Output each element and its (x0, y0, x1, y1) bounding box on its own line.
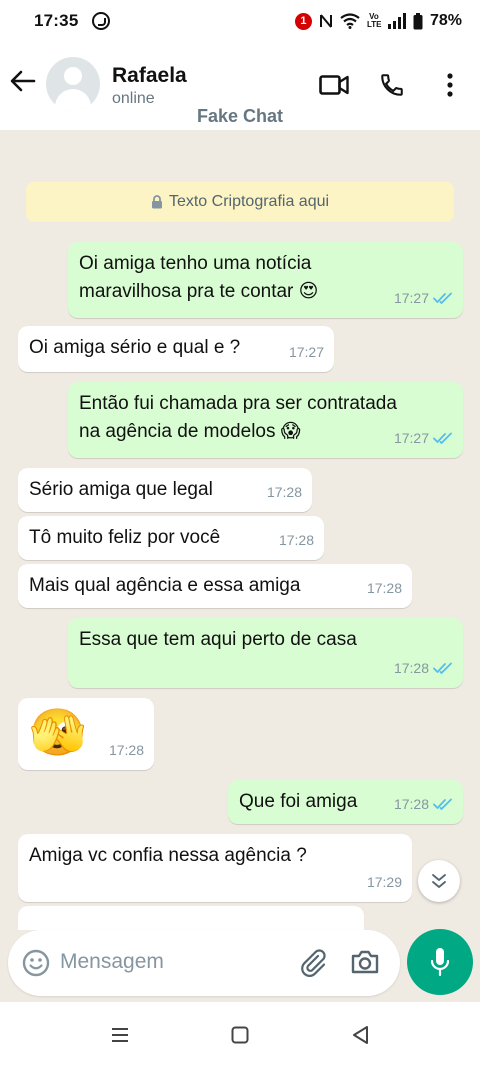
scroll-to-bottom-button[interactable] (418, 860, 460, 902)
avatar[interactable] (46, 57, 100, 111)
lock-icon (151, 195, 162, 209)
camera-button[interactable] (350, 948, 380, 981)
message-bubble-incoming[interactable]: 🫣 17:28 (18, 698, 154, 770)
camera-icon (351, 950, 379, 974)
message-text: Oi amiga sério e qual e ? (29, 337, 241, 358)
contact-name[interactable]: Rafaela (112, 64, 187, 88)
message-time: 17:29 (366, 874, 402, 890)
back-button[interactable] (8, 66, 38, 96)
emoji-icon (22, 949, 50, 977)
encryption-note[interactable]: Texto Criptografia aqui (26, 182, 454, 222)
status-time: 17:35 (34, 11, 79, 30)
message-bubble-incoming[interactable]: Amiga vc confia nessa agência ? 17:29 (18, 834, 412, 902)
encryption-note-text: Texto Criptografia aqui (168, 193, 330, 210)
message-time: 17:27 (393, 290, 429, 306)
back-nav-button[interactable] (347, 1022, 373, 1048)
read-ticks-icon (433, 798, 452, 810)
message-time: 17:28 (266, 484, 302, 500)
message-meta: 17:28 (394, 654, 453, 682)
message-meta: 17:27 (289, 338, 324, 366)
message-time: 17:28 (366, 580, 402, 596)
message-time: 17:28 (108, 742, 144, 758)
message-meta: 17:28 (394, 790, 453, 818)
network-label: Vo LTE (366, 12, 382, 29)
message-bubble-incoming[interactable]: Oi amiga sério e qual e ? 17:27 (18, 326, 334, 372)
voice-message-button[interactable] (407, 929, 473, 995)
battery-level: 78% (429, 12, 462, 29)
video-call-icon (319, 75, 349, 95)
read-ticks-icon (433, 662, 452, 674)
chat-header: Rafaela online Fake Chat (0, 42, 480, 130)
message-bubble-outgoing[interactable]: Essa que tem aqui perto de casa 17:28 (68, 618, 463, 688)
double-chevron-down-icon (432, 874, 446, 888)
status-bar: 17:35 1 Vo LTE 78% (0, 0, 480, 42)
message-meta: 17:27 (394, 284, 453, 312)
message-time: 17:28 (393, 660, 429, 676)
message-bubble-incoming[interactable]: Sério amiga que legal 17:28 (18, 468, 312, 512)
status-right: 1 Vo LTE 78% (294, 12, 462, 30)
battery-icon (413, 12, 423, 29)
message-time: 17:28 (393, 796, 429, 812)
message-time: 17:28 (278, 532, 314, 548)
message-meta: 17:27 (394, 424, 453, 452)
video-call-button[interactable] (318, 70, 350, 100)
more-vert-icon (447, 73, 453, 97)
phone-icon (381, 74, 403, 96)
message-meta: 17:29 (367, 868, 402, 896)
system-nav-bar (0, 1002, 480, 1066)
home-button[interactable] (227, 1022, 253, 1048)
avatar-head (64, 67, 82, 85)
microphone-icon (430, 948, 450, 977)
message-meta: 17:28 (367, 574, 402, 602)
message-text: Sério amiga que legal (29, 479, 213, 500)
emoji-button[interactable] (22, 949, 50, 982)
message-bubble-incoming[interactable]: Mais qual agência e essa amiga 17:28 (18, 564, 412, 608)
recents-button[interactable] (107, 1022, 133, 1048)
read-ticks-icon (433, 292, 452, 304)
message-input[interactable]: Mensagem (60, 950, 164, 974)
message-text: Mais qual agência e essa amiga (29, 575, 301, 596)
signal-icon (387, 13, 406, 29)
message-meta: 17:28 (279, 526, 314, 554)
message-bubble-outgoing[interactable]: Oi amiga tenho uma notícia maravilhosa p… (68, 242, 463, 318)
message-meta: 17:28 (267, 478, 302, 506)
message-bubble-incoming-partial[interactable] (18, 906, 364, 930)
paperclip-icon (301, 949, 326, 977)
message-meta: 17:28 (109, 736, 144, 764)
message-text: Amiga vc confia nessa agência ? (29, 845, 307, 866)
home-icon (231, 1026, 249, 1044)
message-time: 17:27 (288, 344, 324, 360)
message-text: Essa que tem aqui perto de casa (79, 629, 357, 650)
recents-icon (112, 1028, 128, 1042)
more-options-button[interactable] (434, 70, 466, 100)
overlay-title: Fake Chat (196, 106, 284, 126)
message-bubble-outgoing[interactable]: Que foi amiga 17:28 (228, 780, 463, 824)
message-composer[interactable]: Mensagem (8, 930, 400, 996)
arrow-left-icon (10, 70, 36, 92)
notification-badge: 1 (294, 12, 312, 30)
chat-area[interactable]: Texto Criptografia aqui Oi amiga tenho u… (0, 130, 480, 930)
voice-call-button[interactable] (376, 70, 408, 100)
back-triangle-icon (353, 1026, 368, 1044)
read-ticks-icon (433, 432, 452, 444)
nfc-icon (319, 14, 332, 28)
message-bubble-incoming[interactable]: Tô muito feliz por você 17:28 (18, 516, 324, 560)
message-bubble-outgoing[interactable]: Então fui chamada pra ser contratada na … (68, 382, 463, 458)
attach-button[interactable] (298, 947, 328, 982)
wifi-icon (340, 13, 360, 29)
message-text: Tô muito feliz por você (29, 527, 221, 548)
whatsapp-notification-icon (92, 12, 111, 30)
message-time: 17:27 (393, 430, 429, 446)
